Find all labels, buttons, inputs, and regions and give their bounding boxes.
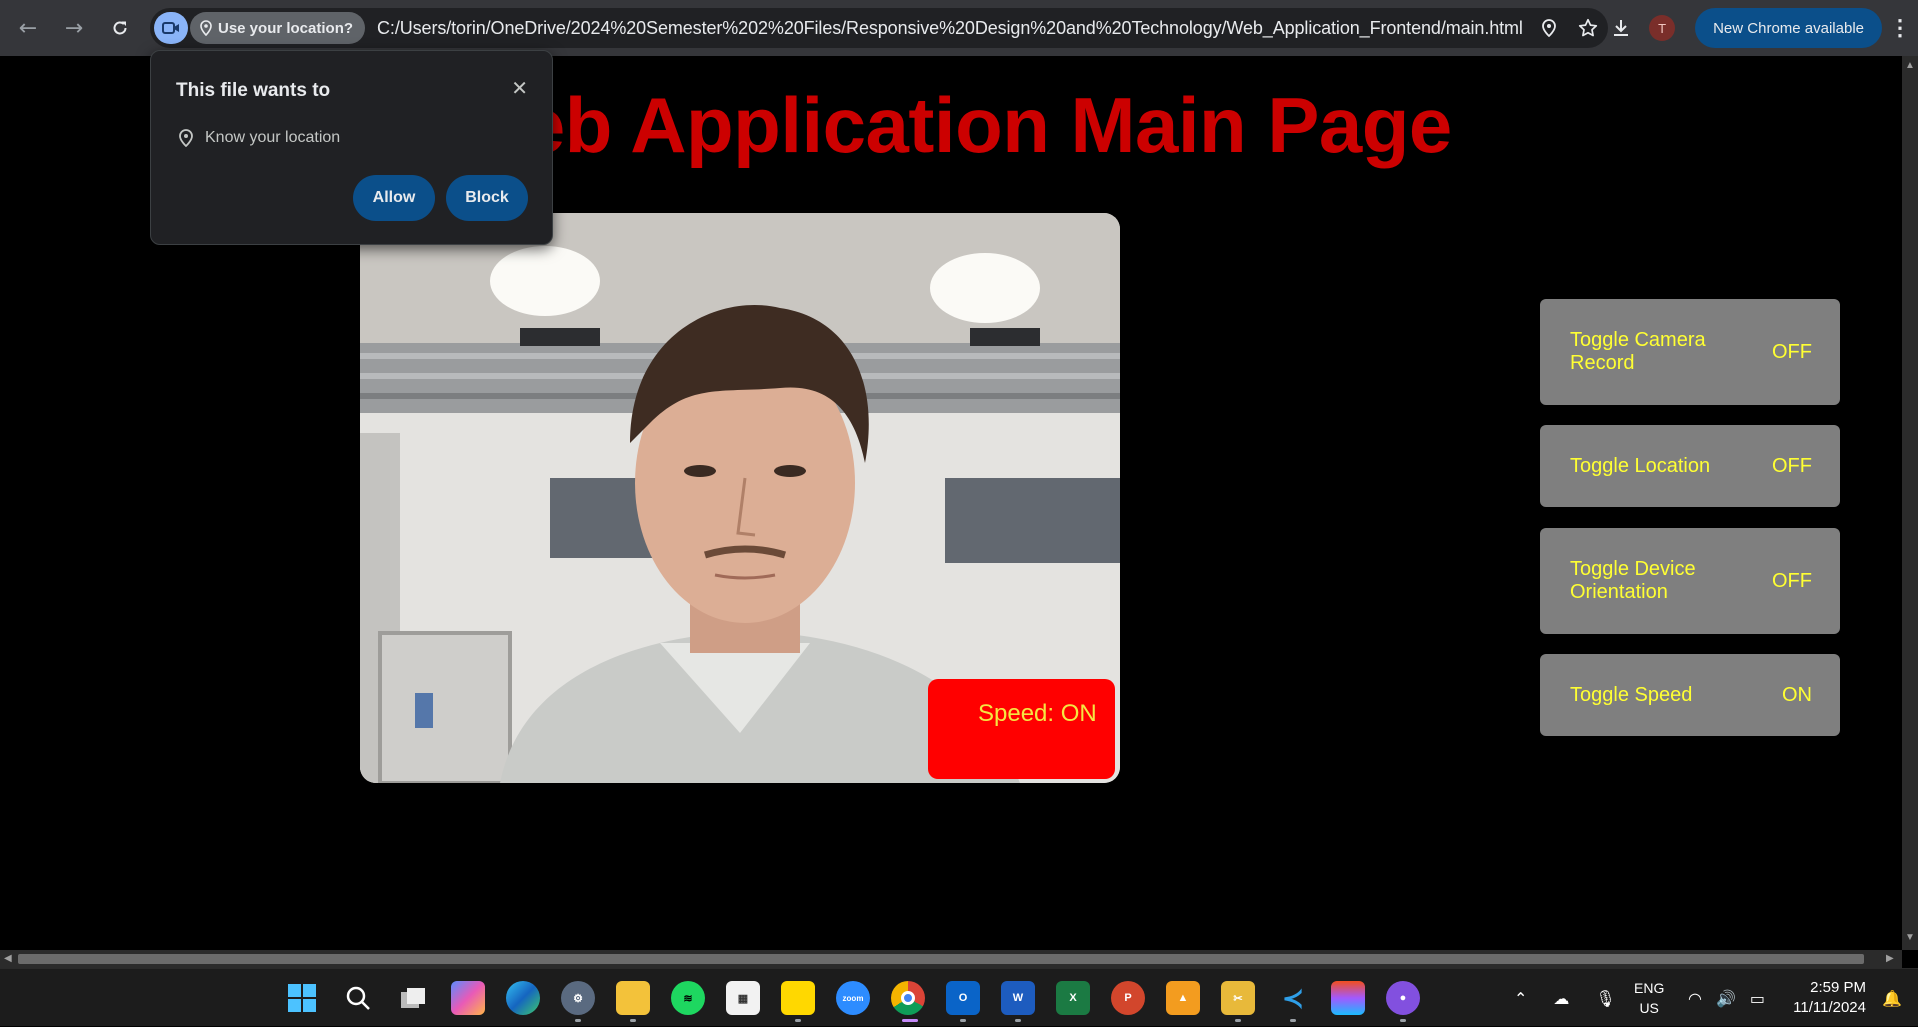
toggle-state: OFF [1772, 454, 1812, 477]
scroll-right-icon[interactable]: ▶ [1886, 953, 1894, 964]
battery-icon[interactable]: ▭ [1750, 989, 1765, 1008]
toggle-state: OFF [1772, 569, 1812, 592]
chrome-icon[interactable] [891, 981, 925, 1015]
outlook-icon[interactable]: O [946, 981, 980, 1015]
file-explorer-icon[interactable] [616, 981, 650, 1015]
forward-button[interactable]: → [54, 8, 94, 48]
permission-text: Know your location [205, 129, 341, 146]
system-clock[interactable]: 2:59 PM 11/11/2024 [1793, 978, 1866, 1018]
start-icon[interactable] [285, 981, 319, 1015]
settings-icon[interactable]: ⚙ [561, 981, 595, 1015]
microsoft-store-icon[interactable]: ▦ [726, 981, 760, 1015]
windows-taskbar: ⚙ ≋ ▦ zoom O W X P ▲ ✂ ≺ ● ⌃ ☁ 🎙 ENG US … [0, 968, 1918, 1026]
speed-status-badge: Speed: ON [928, 679, 1115, 779]
horizontal-scrollbar[interactable]: ◀ ▶ [0, 950, 1902, 968]
vscode-icon[interactable]: ≺ [1276, 981, 1310, 1015]
address-bar[interactable]: Use your location? C:/Users/torin/OneDri… [150, 8, 1608, 48]
arrow-left-icon: ← [18, 15, 38, 41]
word-icon[interactable]: W [1001, 981, 1035, 1015]
powerpoint-icon[interactable]: P [1111, 981, 1145, 1015]
spotify-icon[interactable]: ≋ [671, 981, 705, 1015]
excel-icon[interactable]: X [1056, 981, 1090, 1015]
edge-icon[interactable] [506, 981, 540, 1015]
clock-date: 11/11/2024 [1793, 999, 1866, 1016]
input-language-indicator[interactable]: ENG US [1634, 978, 1664, 1018]
star-bookmark-icon[interactable] [1578, 18, 1598, 38]
allow-button[interactable]: Allow [353, 175, 435, 221]
notification-bell-icon[interactable]: 🔔 [1882, 969, 1902, 1027]
volume-icon[interactable]: 🔊 [1716, 989, 1736, 1008]
toggle-label: Toggle Location [1570, 454, 1711, 477]
block-button[interactable]: Block [446, 175, 528, 221]
video-camera-icon [162, 22, 179, 34]
scroll-up-icon[interactable]: ▲ [1905, 60, 1915, 71]
toggle-state: ON [1782, 683, 1812, 706]
location-permission-popup: This file wants to ✕ Know your location … [150, 50, 553, 245]
scroll-left-icon[interactable]: ◀ [4, 953, 12, 964]
chrome-menu-icon[interactable]: ⋮ [1882, 15, 1918, 41]
location-pin-icon [179, 129, 193, 147]
permission-row: Know your location [179, 129, 340, 147]
region-code: US [1639, 1000, 1659, 1016]
figma-icon[interactable] [1331, 981, 1365, 1015]
toggle-label: Toggle Device Orientation [1570, 558, 1696, 603]
camera-in-use-chip[interactable] [154, 12, 188, 44]
back-button[interactable]: ← [8, 8, 48, 48]
toggle-label: Toggle Speed [1570, 683, 1693, 706]
new-chrome-available-button[interactable]: New Chrome available [1695, 8, 1882, 48]
popup-title: This file wants to [176, 80, 331, 101]
toggle-speed-button[interactable]: Toggle Speed ON [1540, 654, 1840, 736]
location-pin-icon [200, 20, 212, 36]
browser-toolbar: ← → Use your location? C:/Users/torin/On… [0, 0, 1918, 56]
github-icon[interactable]: ● [1386, 981, 1420, 1015]
microphone-icon[interactable]: 🎙 [1595, 989, 1615, 1008]
close-icon[interactable]: ✕ [511, 76, 528, 100]
language-code: ENG [1634, 980, 1665, 996]
sticky-notes-icon[interactable] [781, 981, 815, 1015]
app-icon[interactable]: ▲ [1166, 981, 1200, 1015]
location-chip-label: Use your location? [218, 19, 354, 37]
copilot-icon[interactable] [451, 981, 485, 1015]
clock-time: 2:59 PM [1810, 979, 1866, 996]
toggle-device-orientation-button[interactable]: Toggle Device Orientation OFF [1540, 528, 1840, 634]
url-text[interactable]: C:/Users/torin/OneDrive/2024%20Semester%… [377, 18, 1523, 39]
wifi-icon[interactable]: ◠ [1688, 989, 1702, 1008]
onedrive-cloud-icon[interactable]: ☁ [1553, 989, 1569, 1008]
scrollbar-thumb[interactable] [18, 954, 1864, 964]
vertical-scrollbar[interactable]: ▲ ▼ [1902, 56, 1918, 950]
download-icon[interactable] [1611, 18, 1631, 38]
toggle-camera-record-button[interactable]: Toggle Camera Record OFF [1540, 299, 1840, 405]
toggle-state: OFF [1772, 340, 1812, 363]
toggle-label: Toggle Camera Record [1570, 329, 1706, 374]
task-view-icon[interactable] [396, 981, 430, 1015]
search-icon[interactable] [341, 981, 375, 1015]
chevron-up-icon[interactable]: ⌃ [1514, 989, 1527, 1008]
zoom-icon[interactable]: zoom [836, 981, 870, 1015]
scroll-down-icon[interactable]: ▼ [1905, 932, 1915, 943]
arrow-right-icon: → [64, 15, 84, 41]
toggle-location-button[interactable]: Toggle Location OFF [1540, 425, 1840, 507]
location-pin-icon[interactable] [1542, 19, 1556, 37]
snipping-tool-icon[interactable]: ✂ [1221, 981, 1255, 1015]
profile-avatar[interactable]: T [1649, 15, 1676, 41]
reload-icon [113, 21, 127, 35]
location-permission-chip[interactable]: Use your location? [190, 12, 366, 44]
reload-button[interactable] [100, 8, 140, 48]
